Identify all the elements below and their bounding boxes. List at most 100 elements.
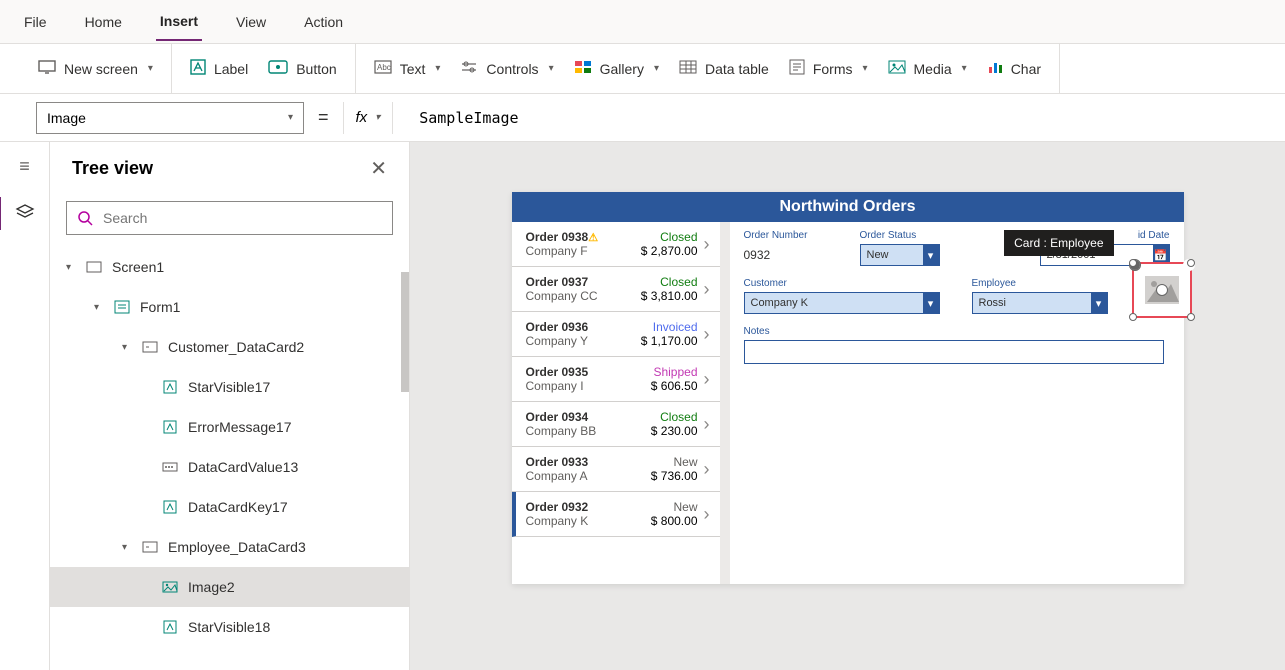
forms-dropdown[interactable]: Forms ▾	[789, 59, 868, 78]
tree-node-datacardkey17[interactable]: DataCardKey17	[50, 487, 409, 527]
formula-input[interactable]	[407, 102, 1285, 134]
caret-icon: ▾	[66, 262, 76, 273]
card-tooltip: Card : Employee	[1004, 230, 1113, 256]
text-dropdown[interactable]: Abc Text ▾	[374, 60, 441, 77]
tree-node-starvisible17[interactable]: StarVisible17	[50, 367, 409, 407]
media-dropdown[interactable]: Media ▾	[888, 60, 967, 77]
canvas: Northwind Orders Order 0938⚠Company FClo…	[410, 142, 1285, 670]
controls-dropdown[interactable]: Controls ▾	[460, 60, 553, 77]
search-input[interactable]	[103, 210, 382, 226]
table-icon	[679, 60, 697, 77]
chevron-down-icon: ▾	[148, 63, 153, 74]
chevron-down-icon: ▾	[862, 63, 867, 74]
order-item[interactable]: Order 0935Company IShipped$ 606.50›	[512, 357, 720, 402]
order-number-label: Order Number	[744, 230, 844, 241]
tree-label: DataCardKey17	[188, 499, 288, 515]
order-number-value: 0932	[744, 244, 844, 262]
menu-action[interactable]: Action	[300, 4, 347, 40]
tree-node-customer-datacard[interactable]: ▾ Customer_DataCard2	[50, 327, 409, 367]
tree-label: ErrorMessage17	[188, 419, 292, 435]
order-status-dropdown[interactable]: New▾	[860, 244, 940, 266]
chevron-right-icon: ›	[704, 234, 710, 255]
chevron-down-icon: ▾	[288, 112, 293, 123]
close-icon[interactable]: ✕	[370, 156, 387, 181]
new-screen-button[interactable]: New screen ▾	[38, 60, 153, 77]
order-gallery[interactable]: Order 0938⚠Company FClosed$ 2,870.00›Ord…	[512, 222, 730, 584]
tree-view-icon[interactable]	[0, 197, 35, 230]
chevron-right-icon: ›	[704, 414, 710, 435]
chart-label: Char	[1011, 61, 1041, 77]
svg-text:Abc: Abc	[377, 63, 391, 72]
order-item[interactable]: Order 0932Company KNew$ 800.00›	[512, 492, 720, 537]
chevron-down-icon: ▾	[375, 112, 380, 123]
tree-panel: Tree view ✕ ▾ Screen1 ▾ Form1 ▾ Customer…	[50, 142, 410, 670]
tree-search[interactable]	[66, 201, 393, 235]
datacard-icon	[140, 541, 160, 553]
tree-node-starvisible18[interactable]: StarVisible18	[50, 607, 409, 647]
chevron-right-icon: ›	[704, 324, 710, 345]
button-button[interactable]: Button	[268, 60, 336, 77]
tree-title: Tree view	[72, 158, 153, 179]
order-item[interactable]: Order 0938⚠Company FClosed$ 2,870.00›	[512, 222, 720, 267]
tree-node-employee-datacard[interactable]: ▾ Employee_DataCard3	[50, 527, 409, 567]
order-item[interactable]: Order 0937Company CCClosed$ 3,810.00›	[512, 267, 720, 312]
fx-button[interactable]: fx▾	[343, 102, 394, 134]
chevron-right-icon: ›	[704, 369, 710, 390]
equals-sign: =	[318, 107, 329, 128]
hamburger-icon[interactable]: ≡	[19, 156, 30, 177]
notes-label: Notes	[744, 326, 1164, 337]
left-rail: ≡	[0, 142, 50, 670]
media-icon	[888, 60, 906, 77]
label-button[interactable]: Label	[190, 59, 248, 78]
image-placeholder-icon	[1143, 274, 1181, 306]
chevron-right-icon: ›	[704, 459, 710, 480]
form-icon	[112, 300, 132, 314]
label-text: Label	[214, 61, 248, 77]
property-name: Image	[47, 110, 86, 126]
tree-node-errormessage17[interactable]: ErrorMessage17	[50, 407, 409, 447]
datacard-icon	[140, 341, 160, 353]
image2-control[interactable]	[1132, 262, 1192, 318]
tree-node-image2[interactable]: Image2	[50, 567, 409, 607]
order-item[interactable]: Order 0933Company ANew$ 736.00›	[512, 447, 720, 492]
order-item[interactable]: Order 0934Company BBClosed$ 230.00›	[512, 402, 720, 447]
tree-label: Customer_DataCard2	[168, 339, 304, 355]
label-icon	[160, 420, 180, 434]
data-table-button[interactable]: Data table	[679, 60, 769, 77]
button-text: Button	[296, 61, 336, 77]
chart-icon	[987, 60, 1003, 77]
tree-label: Form1	[140, 299, 180, 315]
menu-home[interactable]: Home	[81, 4, 126, 40]
formula-bar: Image ▾ = fx▾	[0, 94, 1285, 142]
gallery-dropdown[interactable]: Gallery ▾	[574, 60, 659, 77]
tree-label: StarVisible18	[188, 619, 270, 635]
gallery-icon	[574, 60, 592, 77]
label-icon	[160, 620, 180, 634]
tree-label: DataCardValue13	[188, 459, 298, 475]
employee-dropdown[interactable]: Rossi▾	[972, 292, 1108, 314]
tree-label: StarVisible17	[188, 379, 270, 395]
notes-input[interactable]	[744, 340, 1164, 364]
new-screen-label: New screen	[64, 61, 138, 77]
tree-node-screen1[interactable]: ▾ Screen1	[50, 247, 409, 287]
chart-button[interactable]: Char	[987, 60, 1041, 77]
order-item[interactable]: Order 0936Company YInvoiced$ 1,170.00›	[512, 312, 720, 357]
menu-file[interactable]: File	[20, 4, 51, 40]
property-selector[interactable]: Image ▾	[36, 102, 304, 134]
chevron-down-icon: ▾	[962, 63, 967, 74]
customer-dropdown[interactable]: Company K▾	[744, 292, 940, 314]
chevron-right-icon: ›	[704, 279, 710, 300]
menu-view[interactable]: View	[232, 4, 270, 40]
tree-node-datacardvalue13[interactable]: DataCardValue13	[50, 447, 409, 487]
app-preview: Northwind Orders Order 0938⚠Company FClo…	[512, 192, 1184, 584]
image-icon	[160, 581, 180, 593]
search-icon	[77, 210, 93, 226]
controls-icon	[460, 60, 478, 77]
menu-insert[interactable]: Insert	[156, 3, 202, 41]
screen-icon	[84, 261, 104, 273]
caret-icon: ▾	[122, 342, 132, 353]
tree-node-form1[interactable]: ▾ Form1	[50, 287, 409, 327]
ribbon: New screen ▾ Label Button Abc Text ▾ Con…	[0, 44, 1285, 94]
media-label: Media	[914, 61, 952, 77]
scrollbar-thumb[interactable]	[401, 272, 409, 392]
